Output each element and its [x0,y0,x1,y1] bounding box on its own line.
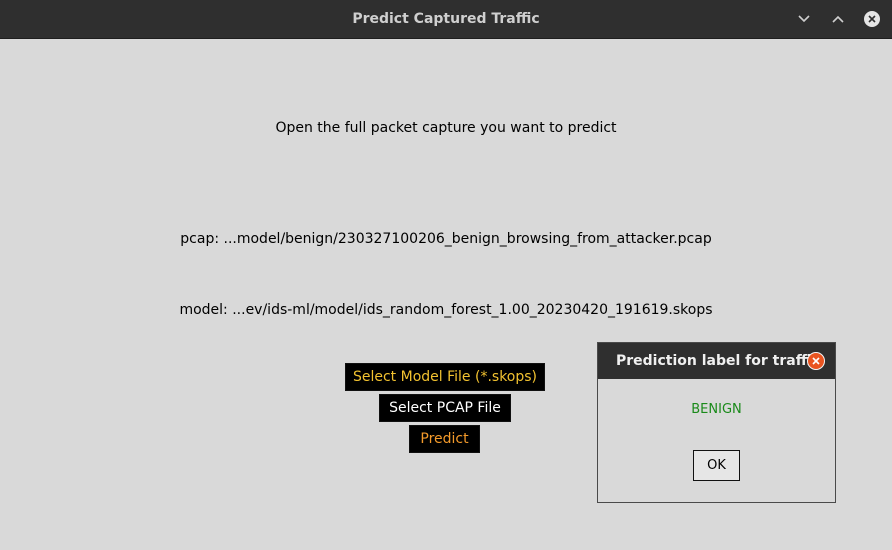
select-pcap-button[interactable]: Select PCAP File [379,394,511,422]
select-model-button[interactable]: Select Model File (*.skops) [345,363,545,391]
close-icon [864,11,880,27]
instruction-label: Open the full packet capture you want to… [275,120,617,136]
ok-button[interactable]: OK [693,450,740,481]
window-close-button[interactable] [862,9,882,29]
predict-button[interactable]: Predict [409,425,480,453]
minimize-button[interactable] [794,9,814,29]
prediction-dialog: Prediction label for traffic BENIGN OK [597,342,836,503]
chevron-up-icon [832,15,844,23]
dialog-title: Prediction label for traffic [616,353,820,369]
close-icon [812,357,820,365]
chevron-down-icon [798,15,810,23]
window-title: Predict Captured Traffic [352,11,540,27]
dialog-titlebar: Prediction label for traffic [598,343,835,379]
pcap-path-label: pcap: ...model/benign/230327100206_benig… [180,231,712,247]
window-titlebar: Predict Captured Traffic [0,0,892,39]
prediction-result: BENIGN [691,402,742,417]
model-path-label: model: ...ev/ids-ml/model/ids_random_for… [179,302,713,318]
dialog-close-button[interactable] [807,352,825,370]
maximize-button[interactable] [828,9,848,29]
